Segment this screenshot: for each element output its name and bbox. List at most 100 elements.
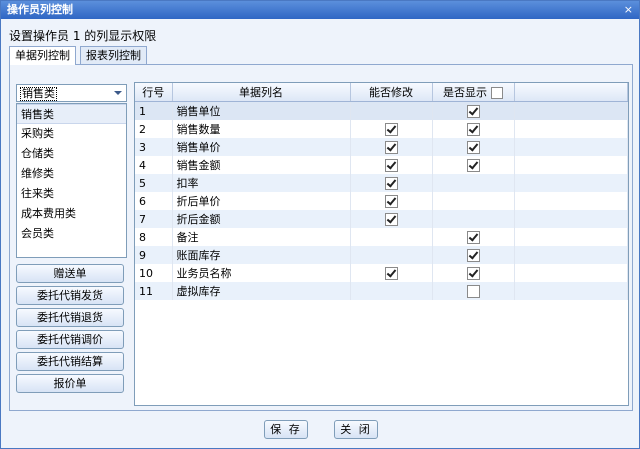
category-option[interactable]: 会员类	[17, 224, 126, 244]
header-row-no: 行号	[135, 83, 173, 102]
visible-cell[interactable]	[432, 264, 515, 282]
editable-cell[interactable]	[350, 246, 433, 264]
table-row[interactable]: 9 账面库存	[135, 246, 628, 264]
category-option[interactable]: 往来类	[17, 184, 126, 204]
editable-checkbox[interactable]	[384, 140, 398, 154]
editable-cell[interactable]	[350, 264, 433, 282]
column-name: 账面库存	[172, 246, 351, 264]
visible-cell[interactable]	[432, 101, 515, 120]
table-row[interactable]: 4 销售金额	[135, 156, 628, 174]
table-row[interactable]: 10 业务员名称	[135, 264, 628, 282]
visible-checkbox[interactable]	[466, 140, 480, 154]
close-button[interactable]: 关 闭	[334, 420, 378, 439]
column-name: 销售金额	[172, 156, 351, 174]
permission-label: 设置操作员 1 的列显示权限	[9, 29, 157, 43]
row-filler	[514, 156, 628, 174]
editable-checkbox[interactable]	[384, 194, 398, 208]
doc-type-button[interactable]: 报价单	[16, 374, 124, 393]
column-name: 扣率	[172, 174, 351, 192]
row-filler	[514, 174, 628, 192]
visible-cell[interactable]	[432, 246, 515, 264]
editable-cell[interactable]	[350, 228, 433, 246]
column-name: 销售单位	[172, 101, 351, 120]
column-name: 备注	[172, 228, 351, 246]
row-number: 6	[135, 192, 173, 210]
column-name: 业务员名称	[172, 264, 351, 282]
visible-cell[interactable]	[432, 120, 515, 138]
header-column-name: 单据列名	[172, 83, 351, 102]
editable-cell[interactable]	[350, 174, 433, 192]
category-dropdown-list: 销售类 采购类 仓储类 维修类 往来类 成本费用类 会员类	[16, 103, 127, 258]
column-name: 虚拟库存	[172, 282, 351, 300]
table-row[interactable]: 6 折后单价	[135, 192, 628, 210]
header-visible-label: 是否显示	[443, 86, 487, 99]
category-option[interactable]: 销售类	[17, 104, 126, 124]
select-all-visible-checkbox[interactable]	[491, 87, 503, 99]
row-number: 5	[135, 174, 173, 192]
visible-cell[interactable]	[432, 156, 515, 174]
table-row[interactable]: 5 扣率	[135, 174, 628, 192]
editable-cell[interactable]	[350, 101, 433, 120]
visible-cell[interactable]	[432, 228, 515, 246]
table-row[interactable]: 1 销售单位	[135, 101, 628, 120]
editable-checkbox[interactable]	[384, 176, 398, 190]
table-row[interactable]: 8 备注	[135, 228, 628, 246]
editable-cell[interactable]	[350, 138, 433, 156]
table-row[interactable]: 11 虚拟库存	[135, 282, 628, 300]
table-row[interactable]: 2 销售数量	[135, 120, 628, 138]
table-row[interactable]: 3 销售单价	[135, 138, 628, 156]
row-filler	[514, 101, 628, 120]
row-number: 8	[135, 228, 173, 246]
visible-cell[interactable]	[432, 192, 515, 210]
editable-cell[interactable]	[350, 210, 433, 228]
visible-cell[interactable]	[432, 282, 515, 300]
visible-checkbox[interactable]	[466, 158, 480, 172]
editable-checkbox[interactable]	[384, 122, 398, 136]
editable-cell[interactable]	[350, 282, 433, 300]
column-grid: 行号 单据列名 能否修改 是否显示 1 销售单位 2 销售数量 3 销售单价 4 销售金额 5 扣…	[134, 82, 629, 406]
grid-header-row: 行号 单据列名 能否修改 是否显示	[135, 83, 628, 102]
editable-cell[interactable]	[350, 120, 433, 138]
header-filler	[514, 83, 628, 102]
row-number: 2	[135, 120, 173, 138]
close-icon[interactable]: ×	[624, 1, 633, 19]
visible-checkbox[interactable]	[466, 122, 480, 136]
editable-checkbox[interactable]	[384, 212, 398, 226]
category-select[interactable]: 销售类	[16, 84, 127, 102]
row-filler	[514, 264, 628, 282]
visible-checkbox[interactable]	[466, 284, 480, 298]
visible-checkbox[interactable]	[466, 248, 480, 262]
tab-panel: 销售类 销售类 采购类 仓储类 维修类 往来类 成本费用类 会员类 赠送单 委托代销发货 委托代…	[9, 64, 633, 411]
doc-type-button[interactable]: 委托代销结算	[16, 352, 124, 371]
category-option[interactable]: 仓储类	[17, 144, 126, 164]
table-row[interactable]: 7 折后金额	[135, 210, 628, 228]
visible-checkbox[interactable]	[466, 230, 480, 244]
category-option[interactable]: 采购类	[17, 124, 126, 144]
visible-cell[interactable]	[432, 174, 515, 192]
visible-cell[interactable]	[432, 210, 515, 228]
row-filler	[514, 210, 628, 228]
column-name: 折后金额	[172, 210, 351, 228]
column-name: 销售单价	[172, 138, 351, 156]
editable-cell[interactable]	[350, 192, 433, 210]
chevron-down-icon[interactable]	[114, 91, 122, 95]
visible-checkbox[interactable]	[466, 104, 480, 118]
editable-checkbox[interactable]	[384, 158, 398, 172]
visible-checkbox[interactable]	[466, 266, 480, 280]
category-selected-value: 销售类	[20, 87, 57, 101]
doc-type-button[interactable]: 委托代销退货	[16, 308, 124, 327]
tab-document-columns[interactable]: 单据列控制	[9, 46, 76, 65]
row-number: 4	[135, 156, 173, 174]
editable-checkbox[interactable]	[384, 266, 398, 280]
visible-cell[interactable]	[432, 138, 515, 156]
category-option[interactable]: 成本费用类	[17, 204, 126, 224]
doc-type-button[interactable]: 赠送单	[16, 264, 124, 283]
doc-type-button[interactable]: 委托代销调价	[16, 330, 124, 349]
save-button[interactable]: 保 存	[264, 420, 308, 439]
row-filler	[514, 192, 628, 210]
row-filler	[514, 246, 628, 264]
editable-cell[interactable]	[350, 156, 433, 174]
category-option[interactable]: 维修类	[17, 164, 126, 184]
tab-report-columns[interactable]: 报表列控制	[80, 46, 147, 64]
doc-type-button[interactable]: 委托代销发货	[16, 286, 124, 305]
